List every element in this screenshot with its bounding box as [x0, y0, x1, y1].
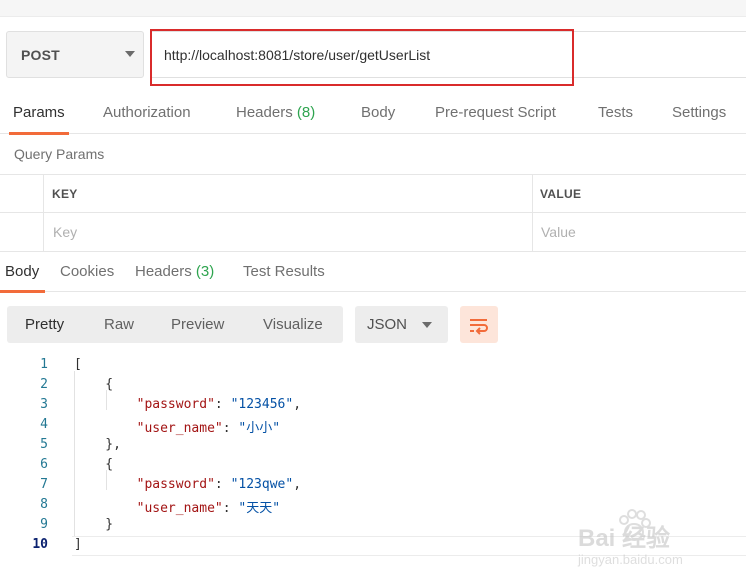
tab-label: Params [13, 104, 65, 121]
code-line: }, [74, 437, 121, 452]
code-line: } [74, 517, 113, 532]
tab-label: Headers [135, 263, 196, 280]
preview-button[interactable]: Preview [171, 306, 224, 343]
tab-tests[interactable]: Tests [598, 94, 633, 134]
key-input[interactable]: Key [53, 224, 77, 240]
json-punctuation [74, 477, 137, 492]
tab-body[interactable]: Body [361, 94, 395, 134]
line-number: 7 [40, 477, 48, 492]
json-punctuation: { [74, 457, 114, 472]
tab-params[interactable]: Params [9, 94, 69, 135]
code-line: "password": "123qwe", [74, 477, 301, 492]
visualize-button[interactable]: Visualize [263, 306, 323, 343]
json-string-value: "小小" [238, 421, 281, 436]
tab-label: Pre-request Script [435, 104, 556, 121]
tab-settings[interactable]: Settings [672, 94, 726, 134]
json-punctuation [74, 421, 137, 436]
code-line: "user_name": "小小" [74, 417, 280, 436]
json-punctuation: { [74, 377, 114, 392]
response-tabs: Body Cookies Headers (3) Test Results [0, 252, 746, 293]
code-line: "password": "123456", [74, 397, 301, 412]
line-number: 10 [32, 537, 48, 552]
language-select[interactable]: JSON [355, 306, 448, 343]
line-number: 6 [40, 457, 48, 472]
tab-label: Headers [236, 104, 297, 121]
line-number: 4 [40, 417, 48, 432]
raw-button[interactable]: Raw [104, 306, 134, 343]
table-header-row [0, 175, 746, 213]
wrap-lines-icon [470, 318, 488, 335]
line-number: 9 [40, 517, 48, 532]
code-line: "user_name": "天天" [74, 497, 280, 516]
method-select[interactable]: POST [6, 31, 144, 78]
chevron-down-icon [125, 51, 135, 57]
method-label: POST [21, 46, 60, 63]
response-tab-headers[interactable]: Headers (3) [135, 252, 214, 292]
json-punctuation: [ [74, 357, 82, 372]
value-column-header: VALUE [540, 187, 582, 201]
tab-pre-request-script[interactable]: Pre-request Script [435, 94, 556, 134]
json-punctuation: : [222, 421, 239, 436]
column-divider [532, 175, 533, 252]
response-tab-body[interactable]: Body [0, 252, 46, 293]
window-top-strip [0, 0, 746, 17]
tab-label: Body [361, 104, 396, 121]
query-params-table: KEY VALUE Key Value [0, 174, 746, 252]
json-punctuation [74, 397, 137, 412]
code-line: ] [74, 537, 82, 552]
column-divider [43, 175, 44, 252]
url-text: http://localhost:8081/store/user/getUser… [164, 46, 431, 63]
json-punctuation: ] [74, 537, 82, 552]
json-punctuation: : [214, 477, 231, 492]
value-input[interactable]: Value [541, 224, 576, 240]
line-number: 5 [40, 437, 48, 452]
chevron-down-icon [422, 322, 432, 328]
json-punctuation: : [222, 501, 239, 516]
json-punctuation: , [293, 397, 302, 412]
json-punctuation [74, 501, 137, 516]
headers-count-badge: (3) [195, 263, 215, 280]
tab-label: Cookies [60, 263, 115, 280]
url-input[interactable]: http://localhost:8081/store/user/getUser… [150, 31, 746, 78]
json-punctuation: }, [74, 437, 121, 452]
current-line-highlight [72, 536, 746, 556]
json-key: "password" [136, 477, 215, 492]
json-string-value: "123456" [230, 397, 294, 412]
tab-label: Body [5, 263, 40, 280]
wrap-lines-button[interactable] [460, 306, 498, 343]
pretty-button[interactable]: Pretty [25, 306, 64, 343]
json-punctuation: , [293, 477, 302, 492]
language-label: JSON [367, 316, 408, 333]
query-params-title: Query Params [14, 146, 105, 162]
code-line: { [74, 377, 113, 392]
tab-label: Authorization [103, 104, 191, 121]
code-line: [ [74, 357, 82, 372]
tab-label: Tests [598, 104, 634, 121]
json-key: "user_name" [136, 421, 223, 436]
response-tab-test-results[interactable]: Test Results [243, 252, 325, 292]
tab-label: Settings [672, 104, 727, 121]
key-column-header: KEY [52, 187, 78, 201]
format-button-group: Pretty Raw Preview Visualize [7, 306, 343, 343]
response-body-editor[interactable]: 1 [2 {3 "password": "123456", 4 "user_name… [0, 356, 746, 556]
request-tabs: Params Authorization Headers (8) Body Pr… [0, 94, 746, 135]
headers-count-badge: (8) [296, 104, 316, 121]
line-number: 2 [40, 377, 48, 392]
json-key: "user_name" [136, 501, 223, 516]
tab-authorization[interactable]: Authorization [103, 94, 191, 134]
line-number: 1 [40, 357, 48, 372]
tab-label: Test Results [243, 263, 325, 280]
line-number: 8 [40, 497, 48, 512]
code-line: { [74, 457, 113, 472]
json-string-value: "天天" [238, 501, 281, 516]
json-punctuation: : [214, 397, 231, 412]
line-number: 3 [40, 397, 48, 412]
json-string-value: "123qwe" [230, 477, 294, 492]
tab-headers[interactable]: Headers (8) [236, 94, 315, 134]
json-key: "password" [136, 397, 215, 412]
json-punctuation: } [74, 517, 114, 532]
response-tab-cookies[interactable]: Cookies [60, 252, 114, 292]
